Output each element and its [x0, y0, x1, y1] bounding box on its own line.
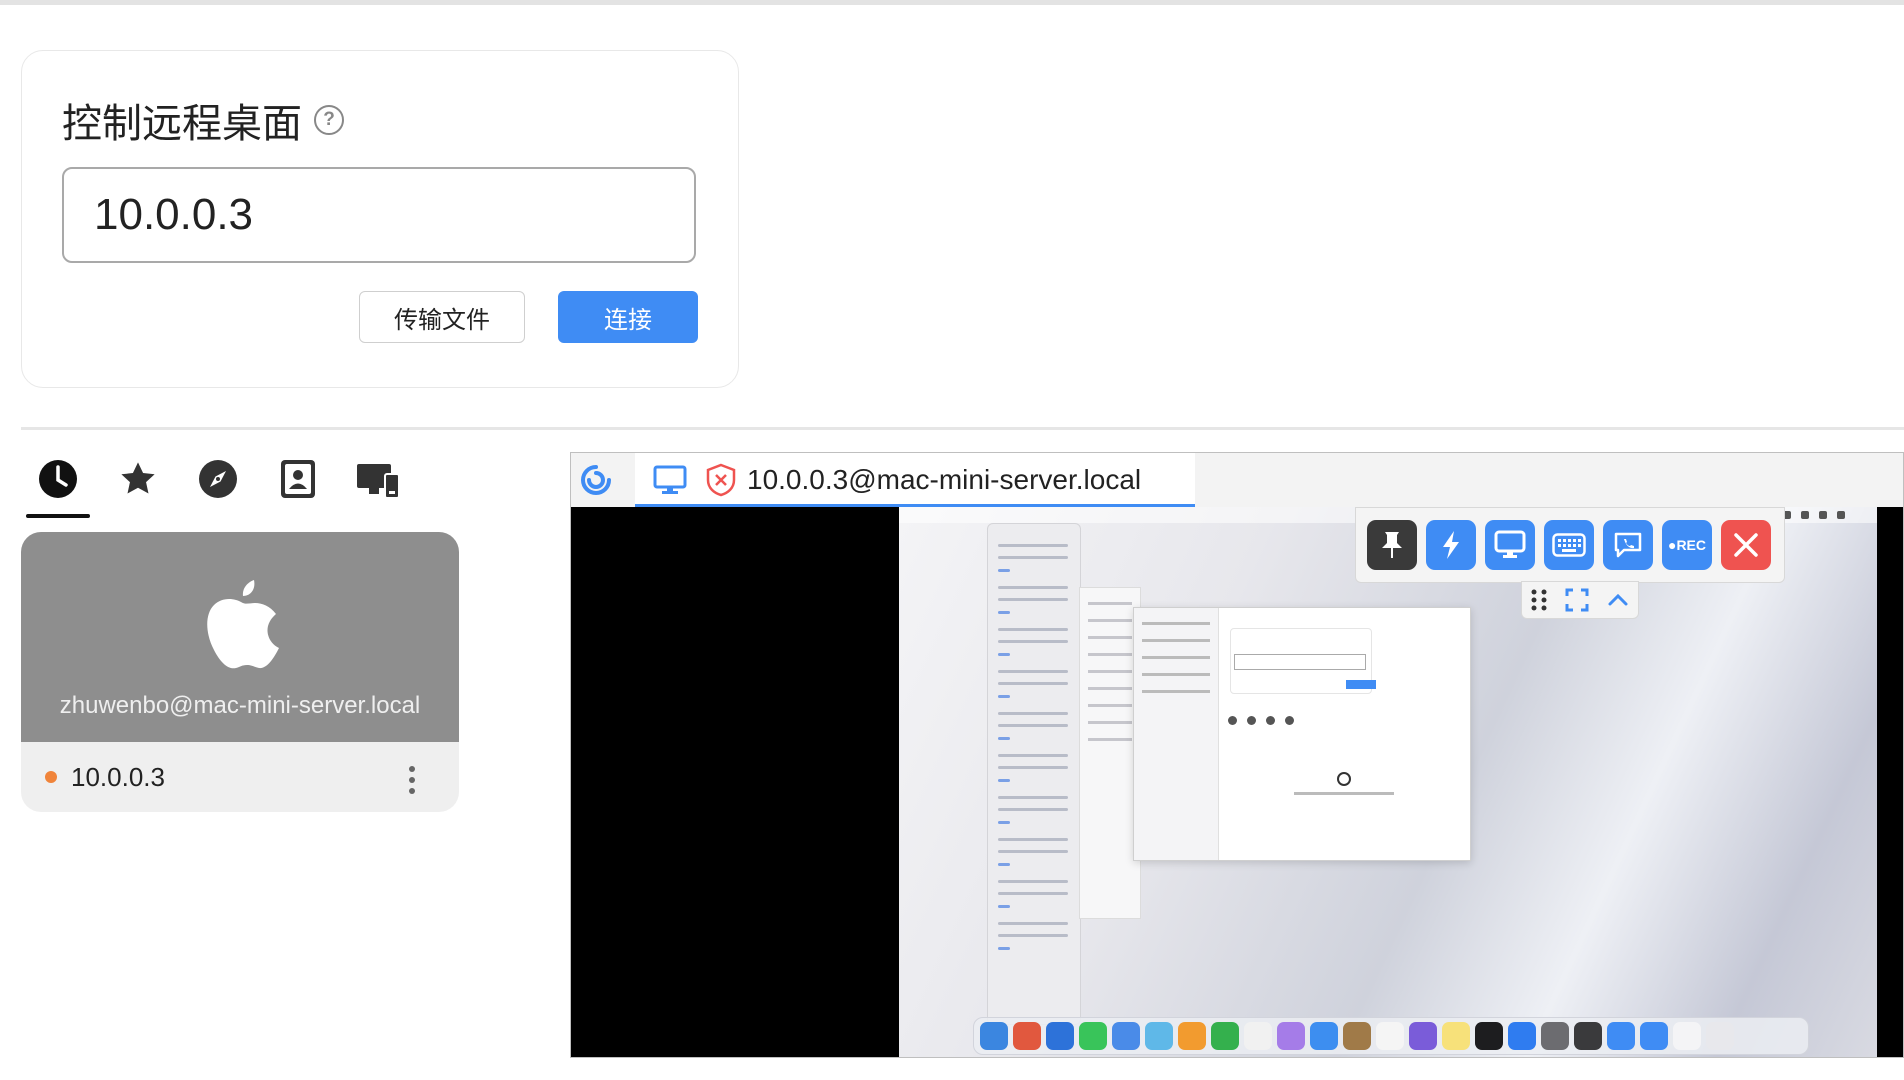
record-button[interactable]: ●REC [1662, 520, 1712, 570]
transfer-file-button[interactable]: 传输文件 [359, 291, 525, 343]
help-icon[interactable]: ? [314, 105, 344, 135]
remote-titlebar: 10.0.0.3@mac-mini-server.local [571, 453, 1903, 508]
rustdesk-logo-icon[interactable] [579, 463, 613, 497]
apple-logo-icon [207, 580, 279, 669]
remote-session-tab[interactable]: 10.0.0.3@mac-mini-server.local [635, 453, 1195, 507]
nested-remote-app [1133, 607, 1471, 861]
favorites-star-icon [121, 462, 155, 494]
dock-app-icon[interactable] [1310, 1022, 1338, 1050]
connect-button[interactable]: 连接 [558, 291, 698, 343]
connect-title: 控制远程桌面 ? [62, 91, 344, 149]
desktop-edge [1877, 507, 1903, 1057]
chevron-up-icon[interactable] [1606, 588, 1630, 612]
recent-icon [39, 460, 77, 498]
connect-card: 控制远程桌面 ? 传输文件 连接 [21, 50, 739, 388]
shield-warning-icon [706, 463, 736, 497]
tab-discover[interactable] [186, 450, 250, 508]
keyboard-settings-button[interactable] [1544, 520, 1594, 570]
connect-title-text: 控制远程桌面 [62, 102, 302, 146]
display-settings-button[interactable] [1485, 520, 1535, 570]
peer-tabs [26, 450, 410, 518]
remote-toolbar: ●REC [1355, 507, 1785, 583]
address-book-icon [281, 460, 315, 498]
dock-app-icon[interactable] [1376, 1022, 1404, 1050]
tab-address-book[interactable] [266, 450, 330, 508]
display-icon [1494, 530, 1526, 558]
pin-toolbar-button[interactable] [1367, 520, 1417, 570]
remote-desktop-view[interactable]: ●REC [899, 507, 1903, 1057]
dock-app-icon[interactable] [1046, 1022, 1074, 1050]
remote-settings-window [987, 523, 1081, 1025]
close-session-button[interactable] [1721, 520, 1771, 570]
remote-screen[interactable]: ●REC [571, 507, 1903, 1057]
peer-username-host: zhuwenbo@mac-mini-server.local [59, 692, 421, 719]
dock-app-icon[interactable] [1343, 1022, 1371, 1050]
remote-dock [973, 1017, 1809, 1055]
monitor-icon [653, 465, 687, 494]
dock-app-icon[interactable] [1541, 1022, 1569, 1050]
more-options-icon[interactable] [409, 766, 415, 794]
action-bolt-icon [1443, 531, 1459, 559]
status-dot [45, 771, 57, 783]
keyboard-icon [1552, 533, 1586, 557]
actions-button[interactable] [1426, 520, 1476, 570]
fullscreen-icon[interactable] [1565, 588, 1589, 612]
dock-app-icon[interactable] [980, 1022, 1008, 1050]
dock-app-icon[interactable] [1442, 1022, 1470, 1050]
drag-handle-icon[interactable] [1530, 588, 1548, 612]
section-divider [21, 427, 1904, 430]
trash-icon[interactable] [1706, 1022, 1734, 1050]
pin-icon [1382, 532, 1402, 558]
lan-devices-icon [357, 464, 400, 499]
chat-icon [1614, 532, 1642, 558]
dock-app-icon[interactable] [1277, 1022, 1305, 1050]
discover-compass-icon [199, 460, 237, 498]
dock-app-icon[interactable] [1244, 1022, 1272, 1050]
tab-recent[interactable] [26, 450, 90, 518]
dock-app-icon[interactable] [1409, 1022, 1437, 1050]
dock-app-icon[interactable] [1112, 1022, 1140, 1050]
peer-id: 10.0.0.3 [71, 761, 165, 792]
remote-panel-window [1079, 587, 1141, 919]
dock-app-icon[interactable] [1211, 1022, 1239, 1050]
peer-thumbnail[interactable]: zhuwenbo@mac-mini-server.local [21, 532, 459, 742]
dock-app-icon[interactable] [1145, 1022, 1173, 1050]
peer-card[interactable]: zhuwenbo@mac-mini-server.local 10.0.0.3 [21, 532, 459, 812]
remote-desktop-window: 10.0.0.3@mac-mini-server.local ●REC [570, 452, 1904, 1058]
remote-id-input[interactable] [62, 167, 696, 263]
dock-app-icon[interactable] [1574, 1022, 1602, 1050]
tab-favorites[interactable] [106, 450, 170, 508]
dock-app-icon[interactable] [1013, 1022, 1041, 1050]
remote-tab-title: 10.0.0.3@mac-mini-server.local [747, 464, 1142, 495]
tab-lan-devices[interactable] [346, 450, 410, 508]
dock-app-icon[interactable] [1178, 1022, 1206, 1050]
dock-app-icon[interactable] [1508, 1022, 1536, 1050]
dock-app-icon[interactable] [1640, 1022, 1668, 1050]
dock-app-icon[interactable] [1079, 1022, 1107, 1050]
chat-button[interactable] [1603, 520, 1653, 570]
dock-app-icon[interactable] [1475, 1022, 1503, 1050]
close-icon [1734, 533, 1758, 557]
top-divider [0, 0, 1904, 5]
dock-app-icon[interactable] [1673, 1022, 1701, 1050]
toolbar-handle [1521, 581, 1639, 619]
dock-app-icon[interactable] [1607, 1022, 1635, 1050]
peer-footer: 10.0.0.3 [21, 742, 459, 812]
